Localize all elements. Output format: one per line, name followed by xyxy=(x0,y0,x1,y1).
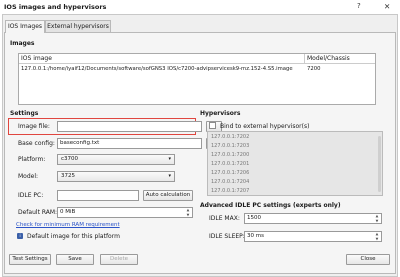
close-button[interactable]: Close xyxy=(346,254,390,265)
idle-sleep-label: IDLE SLEEP: xyxy=(209,233,245,240)
auto-calculation-button[interactable]: Auto calculation xyxy=(143,190,193,201)
default-image-label: Default image for this platform xyxy=(27,233,120,240)
default-ram-value: 0 MiB xyxy=(60,209,76,215)
images-section-title: Images xyxy=(10,40,35,47)
model-value: 3725 xyxy=(61,173,75,179)
idle-sleep-spinbox[interactable]: 30 ms ▲ ▼ xyxy=(244,231,382,242)
base-config-label: Base config: xyxy=(18,140,55,147)
idle-max-spinbox[interactable]: 1500 ▲ ▼ xyxy=(244,213,382,224)
spin-up-icon[interactable]: ▲ xyxy=(376,214,379,218)
platform-label: Platform: xyxy=(18,156,46,163)
list-item[interactable]: 127.0.0.1:7204 xyxy=(211,179,249,185)
idle-pc-label: IDLE PC: xyxy=(18,192,44,199)
close-icon[interactable]: ✕ xyxy=(384,2,390,11)
image-file-label: Image file: xyxy=(18,123,50,130)
info-icon: i xyxy=(17,233,23,239)
spin-down-icon[interactable]: ▼ xyxy=(376,219,379,223)
idle-sleep-value: 30 ms xyxy=(247,233,264,239)
window-title: IOS images and hypervisors xyxy=(4,3,107,11)
spin-arrows-icon[interactable]: ▲ ▼ xyxy=(374,232,380,241)
images-table[interactable]: IOS image Model/Chassis 127.0.0.1:/home/… xyxy=(18,53,376,105)
test-settings-button[interactable]: Test Settings xyxy=(9,254,51,265)
save-button[interactable]: Save xyxy=(56,254,94,265)
spin-arrows-icon[interactable]: ▲ ▼ xyxy=(185,208,191,217)
model-cell: 7200 xyxy=(307,66,321,72)
default-ram-label: Default RAM: xyxy=(18,209,58,216)
list-item[interactable]: 127.0.0.1:7202 xyxy=(211,134,249,140)
tab-external-hypervisors[interactable]: External hypervisors xyxy=(45,20,111,32)
idle-max-label: IDLE MAX: xyxy=(209,215,240,222)
platform-value: c3700 xyxy=(61,156,79,162)
spin-down-icon[interactable]: ▼ xyxy=(376,237,379,241)
spin-down-icon[interactable]: ▼ xyxy=(187,213,190,217)
bind-hypervisor-checkbox[interactable] xyxy=(209,122,216,129)
list-item[interactable]: 127.0.0.1:7203 xyxy=(211,143,249,149)
hypervisor-list[interactable]: 127.0.0.1:7202 127.0.0.1:7203 127.0.0.1:… xyxy=(207,131,383,196)
list-item[interactable]: 127.0.0.1:7201 xyxy=(211,161,249,167)
min-ram-link[interactable]: Check for minimum RAM requirement xyxy=(16,222,120,228)
idle-pc-input[interactable] xyxy=(57,190,139,201)
hypervisors-section-title: Hypervisors xyxy=(200,110,241,117)
idle-max-value: 1500 xyxy=(247,215,261,221)
base-config-input[interactable]: baseconfig.txt xyxy=(57,138,202,149)
image-path-cell: 127.0.0.1:/home/iyaif12/Documents/softwa… xyxy=(21,66,293,72)
spin-up-icon[interactable]: ▲ xyxy=(376,232,379,236)
platform-select[interactable]: c3700 ▾ xyxy=(57,154,175,165)
list-item[interactable]: 127.0.0.1:7207 xyxy=(211,188,249,194)
chevron-down-icon: ▾ xyxy=(168,156,171,162)
scrollbar[interactable] xyxy=(378,136,381,192)
column-header-ios-image[interactable]: IOS image xyxy=(19,54,305,64)
table-row[interactable]: 127.0.0.1:/home/iyaif12/Documents/softwa… xyxy=(19,65,375,74)
idle-settings-section-title: Advanced IDLE PC settings (experts only) xyxy=(200,202,341,209)
spin-arrows-icon[interactable]: ▲ ▼ xyxy=(374,214,380,223)
bind-hypervisor-label: Bind to external hypervisor(s) xyxy=(220,123,310,130)
model-label: Model: xyxy=(18,173,39,180)
image-file-input[interactable] xyxy=(57,121,202,132)
column-header-model[interactable]: Model/Chassis xyxy=(305,54,375,64)
list-item[interactable]: 127.0.0.1:7200 xyxy=(211,152,249,158)
default-ram-spinbox[interactable]: 0 MiB ▲ ▼ xyxy=(57,207,193,218)
settings-section-title: Settings xyxy=(10,110,39,117)
help-icon[interactable]: ? xyxy=(357,2,361,10)
tab-ios-images[interactable]: IOS Images xyxy=(5,20,45,33)
title-bar: IOS images and hypervisors ? ✕ xyxy=(0,0,400,14)
spin-up-icon[interactable]: ▲ xyxy=(187,208,190,212)
chevron-down-icon: ▾ xyxy=(168,173,171,179)
delete-button[interactable]: Delete xyxy=(100,254,138,265)
list-item[interactable]: 127.0.0.1:7206 xyxy=(211,170,249,176)
model-select[interactable]: 3725 ▾ xyxy=(57,171,175,182)
